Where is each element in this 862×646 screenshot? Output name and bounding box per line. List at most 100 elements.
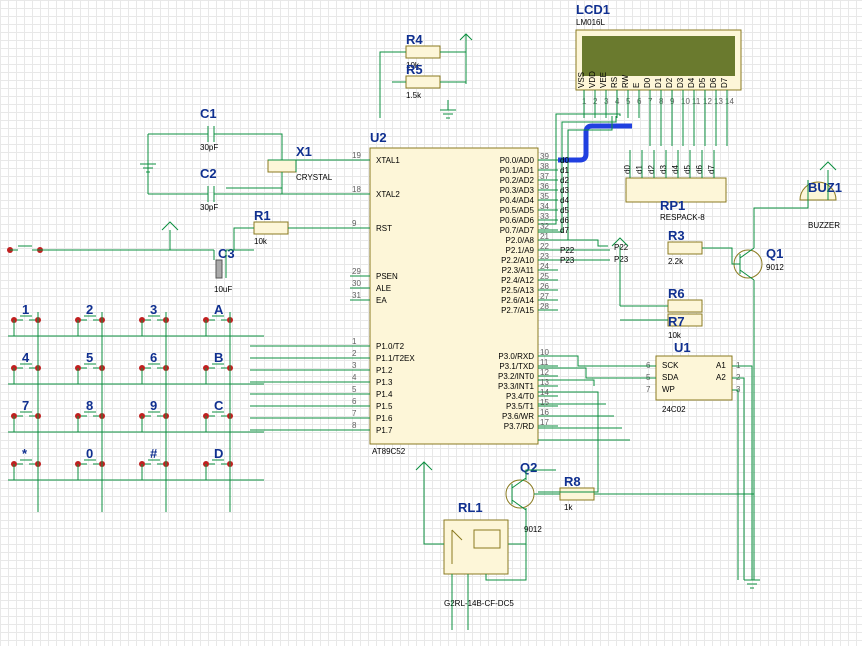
- c1: C1 30pF: [196, 106, 226, 152]
- svg-text:ALE: ALE: [376, 284, 391, 293]
- svg-text:12: 12: [703, 97, 712, 106]
- r5: R5 1.5k: [406, 62, 440, 100]
- keypad-button[interactable]: B: [203, 350, 233, 384]
- keypad-button[interactable]: 3: [139, 302, 169, 336]
- svg-text:P1.2: P1.2: [376, 366, 393, 375]
- svg-text:D6: D6: [709, 77, 718, 88]
- svg-text:P22: P22: [560, 246, 575, 255]
- data-bus: [558, 126, 632, 160]
- svg-text:30: 30: [352, 279, 361, 288]
- svg-text:P2.0/A8: P2.0/A8: [506, 236, 535, 245]
- relay: RL1 G2RL-14B-CF-DC5: [444, 500, 514, 608]
- r3-ref: R3: [668, 228, 685, 243]
- vcc-arrow-q2: [416, 462, 432, 478]
- svg-text:d5: d5: [560, 206, 569, 215]
- r5-ref: R5: [406, 62, 423, 77]
- svg-text:26: 26: [540, 282, 549, 291]
- svg-text:d2: d2: [560, 176, 569, 185]
- keypad-button[interactable]: #: [139, 446, 169, 480]
- q1: Q1 9012: [734, 246, 784, 280]
- svg-text:29: 29: [352, 267, 361, 276]
- svg-text:d5: d5: [683, 165, 692, 174]
- svg-text:d2: d2: [647, 165, 656, 174]
- keypad-button[interactable]: 9: [139, 398, 169, 432]
- svg-text:P0.2/AD2: P0.2/AD2: [500, 176, 535, 185]
- svg-text:D0: D0: [643, 77, 652, 88]
- c2-ref: C2: [200, 166, 217, 181]
- svg-text:8: 8: [86, 398, 93, 413]
- u1-wp: WP: [662, 385, 675, 394]
- svg-text:P3.0/RXD: P3.0/RXD: [498, 352, 534, 361]
- svg-text:27: 27: [540, 292, 549, 301]
- keypad-button[interactable]: 2: [75, 302, 105, 336]
- keypad-button[interactable]: 6: [139, 350, 169, 384]
- svg-text:A: A: [214, 302, 224, 317]
- svg-text:d6: d6: [560, 216, 569, 225]
- svg-text:5: 5: [352, 385, 357, 394]
- u1-ref: U1: [674, 340, 691, 355]
- svg-text:P1.5: P1.5: [376, 402, 393, 411]
- svg-text:39: 39: [540, 152, 549, 161]
- svg-text:31: 31: [352, 291, 361, 300]
- svg-text:33: 33: [540, 212, 549, 221]
- q1-val: 9012: [766, 263, 784, 272]
- eeprom: U1 SCK SDA WP A1 A2 24C02 6 5 7 1 2 3: [646, 340, 741, 414]
- r1-ref: R1: [254, 208, 271, 223]
- buzzer: BUZ1 BUZZER: [800, 180, 842, 230]
- u1-sck: SCK: [662, 361, 679, 370]
- keypad-button[interactable]: 4: [11, 350, 41, 384]
- lcd-ref: LCD1: [576, 2, 610, 17]
- svg-text:9: 9: [150, 398, 157, 413]
- svg-text:10: 10: [681, 97, 690, 106]
- svg-text:RS: RS: [610, 77, 619, 88]
- svg-text:7: 7: [352, 409, 357, 418]
- svg-text:d0: d0: [623, 165, 632, 174]
- svg-text:D5: D5: [698, 77, 707, 88]
- svg-text:d7: d7: [707, 165, 716, 174]
- buz-val: BUZZER: [808, 221, 840, 230]
- svg-text:d4: d4: [671, 165, 680, 174]
- keypad-button[interactable]: 5: [75, 350, 105, 384]
- u1-sda: SDA: [662, 373, 679, 382]
- u1-part: 24C02: [662, 405, 686, 414]
- svg-text:9: 9: [352, 219, 357, 228]
- svg-text:VDD: VDD: [588, 71, 597, 88]
- keypad-button[interactable]: 7: [11, 398, 41, 432]
- svg-text:4: 4: [22, 350, 30, 365]
- svg-text:*: *: [22, 446, 28, 461]
- svg-text:P2.5/A13: P2.5/A13: [501, 286, 534, 295]
- svg-text:P1.0/T2: P1.0/T2: [376, 342, 405, 351]
- keypad-button[interactable]: C: [203, 398, 233, 432]
- q2-val: 9012: [524, 525, 542, 534]
- svg-text:P23: P23: [560, 256, 575, 265]
- svg-text:1: 1: [352, 337, 357, 346]
- svg-text:25: 25: [540, 272, 549, 281]
- c2-val: 30pF: [200, 203, 218, 212]
- r8: R8 1k: [560, 474, 594, 512]
- r1-val: 10k: [254, 237, 268, 246]
- svg-text:PSEN: PSEN: [376, 272, 398, 281]
- keypad-button[interactable]: 0: [75, 446, 105, 480]
- keypad-button[interactable]: 8: [75, 398, 105, 432]
- keypad-button[interactable]: 1: [11, 302, 41, 336]
- keypad-button[interactable]: A: [203, 302, 233, 336]
- svg-text:14: 14: [540, 388, 549, 397]
- svg-text:38: 38: [540, 162, 549, 171]
- keypad: 123 A 4 56B 7 8 9 C * 0 # D: [8, 302, 264, 512]
- svg-text:34: 34: [540, 202, 549, 211]
- svg-text:16: 16: [540, 408, 549, 417]
- keypad-button[interactable]: *: [11, 446, 41, 480]
- rp1-val: RESPACK-8: [660, 213, 705, 222]
- keypad-button[interactable]: D: [203, 446, 233, 480]
- r6-ref: R6: [668, 286, 685, 301]
- svg-text:d4: d4: [560, 196, 569, 205]
- svg-text:P3.1/TXD: P3.1/TXD: [499, 362, 534, 371]
- svg-text:3: 3: [352, 361, 357, 370]
- svg-text:7: 7: [22, 398, 29, 413]
- svg-text:VSS: VSS: [577, 72, 586, 88]
- reset-button[interactable]: [7, 246, 43, 253]
- c1-ref: C1: [200, 106, 217, 121]
- svg-text:11: 11: [540, 358, 549, 367]
- r3-val: 2.2k: [668, 257, 684, 266]
- svg-text:11: 11: [692, 97, 701, 106]
